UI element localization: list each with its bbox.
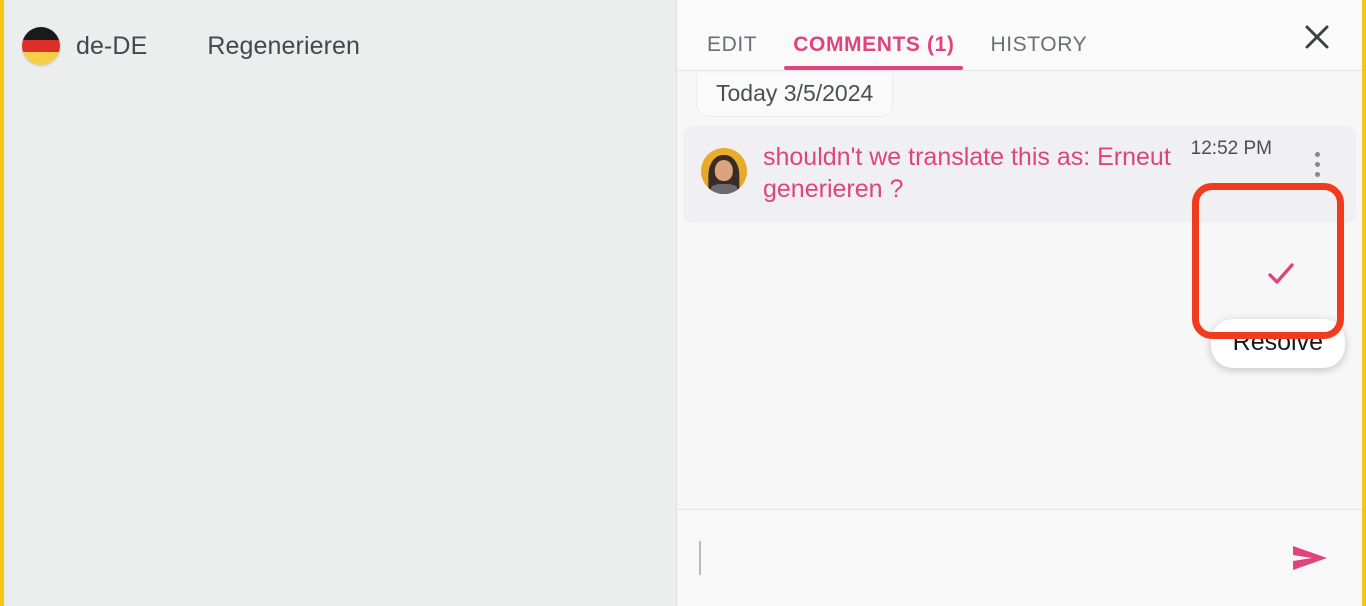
locale-row: de-DE Regenerieren [4,0,676,66]
panel-tabs-bar: EDIT COMMENTS (1) HISTORY [677,0,1362,71]
text-caret [699,541,701,575]
send-icon [1293,546,1327,570]
kebab-dot [1314,151,1320,157]
comment-text: shouldn't we translate this as: Erneut g… [763,143,1171,203]
right-edge-accent-rail [1362,0,1366,606]
editor-panel: de-DE Regenerieren [4,0,677,606]
date-divider-chip: Today 3/5/2024 [696,74,894,117]
more-vertical-icon[interactable] [1306,142,1328,186]
send-button[interactable] [1286,534,1334,582]
tab-history[interactable]: HISTORY [990,33,1087,70]
comment-input[interactable] [699,528,1286,588]
avatar-body [711,183,737,194]
tab-comments[interactable]: COMMENTS (1) [784,33,964,70]
comment-item[interactable]: shouldn't we translate this as: Erneut g… [683,126,1356,223]
source-string-text[interactable]: Regenerieren [207,32,360,61]
comment-timestamp: 12:52 PM [1190,138,1272,159]
left-edge-accent-rail [0,0,4,606]
comment-composer [677,510,1362,606]
comment-body: shouldn't we translate this as: Erneut g… [763,138,1338,205]
locale-code-label: de-DE [76,31,148,60]
comments-thread: Today 3/5/2024 shouldn't we translate th… [677,71,1362,510]
german-flag-icon [22,27,60,65]
resolve-button[interactable] [1258,251,1304,297]
avatar-face [714,159,734,182]
kebab-dot [1314,161,1320,167]
comments-panel: EDIT COMMENTS (1) HISTORY Today 3/5/2024 [677,0,1362,606]
flag-band-red [22,39,60,53]
check-icon [1268,263,1294,284]
resolve-tooltip: Resolve [1210,319,1345,368]
avatar [701,148,747,194]
close-icon[interactable] [1300,20,1334,54]
flag-band-black [22,27,60,40]
flag-band-gold [22,52,60,65]
app-root: de-DE Regenerieren EDIT COMMENTS (1) HIS… [4,0,1362,606]
tab-edit[interactable]: EDIT [707,33,757,70]
kebab-dot [1314,171,1320,177]
